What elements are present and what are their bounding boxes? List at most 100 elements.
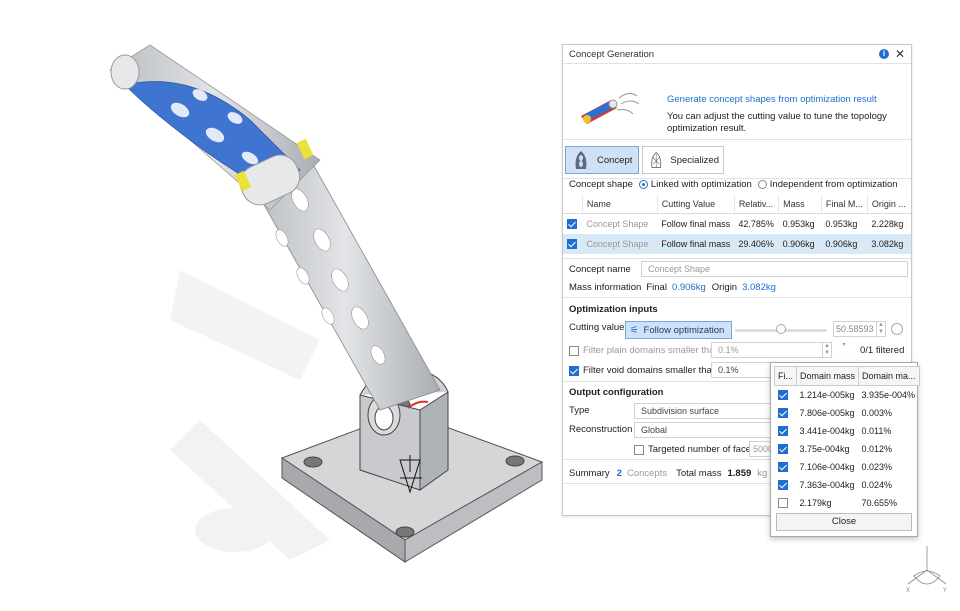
origin-value: 3.082kg [742, 282, 776, 293]
filter-plain-row: Filter plain domains smaller than [569, 345, 720, 356]
column-header[interactable]: Fi... [774, 366, 797, 386]
domain-row[interactable]: 3.441e-004kg 0.011% [775, 422, 920, 440]
domain-percent: 0.012% [861, 444, 893, 454]
column-header[interactable]: Domain ma... [858, 366, 920, 386]
domain-checkbox[interactable] [777, 408, 788, 419]
concept-name-input[interactable]: Concept Shape [641, 261, 908, 277]
dialog-titlebar: Concept Generation i ✕ [563, 45, 911, 64]
filter-plain-checkbox[interactable] [569, 345, 579, 356]
column-header[interactable]: Name [582, 195, 658, 214]
domain-row[interactable]: 1.214e-005kg 3.935e-004% [775, 386, 920, 405]
cutting-value-row: Cutting value [569, 322, 624, 333]
robot-arm-model [109, 44, 544, 563]
row-name: Concept Shape [586, 219, 649, 229]
header-description: You can adjust the cutting value to tune… [667, 111, 887, 134]
column-header[interactable]: Domain mass [795, 366, 860, 386]
column-header[interactable]: Cutting Value [657, 195, 735, 214]
origin-label: Origin [711, 282, 738, 293]
cutting-value-spinner[interactable]: ▲ ▼ [876, 321, 886, 337]
dialog-title: Concept Generation [569, 48, 655, 60]
row-relative: 42.785% [738, 219, 774, 229]
domain-checkbox[interactable] [777, 444, 788, 455]
row-mass: 0.906kg [778, 234, 822, 254]
column-header[interactable]: Mass [778, 195, 822, 214]
specialized-mode-label: Specialized [670, 154, 719, 166]
row-mass: 0.953kg [782, 219, 815, 229]
total-mass-unit: kg [757, 468, 768, 479]
domain-row[interactable]: 3.75e-004kg 0.012% [775, 440, 920, 458]
domain-checkbox[interactable] [777, 480, 788, 491]
linked-radio-label[interactable]: Linked with optimization [651, 179, 752, 190]
concept-shape-label: Concept shape [569, 179, 633, 190]
close-icon[interactable]: ✕ [895, 48, 905, 60]
filter-plain-input[interactable]: 0.1% [711, 342, 823, 358]
domain-mass: 3.441e-004kg [799, 426, 855, 436]
independent-radio[interactable] [757, 180, 767, 189]
domain-percent: 3.935e-004% [861, 390, 916, 400]
column-header[interactable]: Relativ... [734, 195, 780, 214]
table-row[interactable]: Concept Shape Follow final mass 29.406% … [563, 234, 911, 254]
specialized-icon [651, 151, 662, 168]
filter-void-input[interactable]: 0.1% [711, 362, 771, 378]
final-value: 0.906kg [671, 282, 706, 293]
reconstruction-row: Reconstruction [569, 424, 632, 435]
domain-row[interactable]: 2.179kg 70.655% [775, 494, 920, 512]
column-header[interactable]: Final M... [821, 195, 868, 214]
domain-checkbox[interactable] [777, 498, 788, 509]
close-button[interactable]: Close [776, 513, 912, 531]
filter-void-checkbox[interactable] [569, 365, 579, 376]
reconstruction-label: Reconstruction [569, 424, 633, 435]
filter-void-row: Filter void domains smaller than [569, 365, 717, 376]
domain-mass: 1.214e-005kg [799, 390, 855, 400]
linked-radio[interactable] [638, 180, 648, 189]
row-checkbox[interactable] [567, 239, 577, 250]
mass-info-row: Mass information Final 0.906kg Origin 3.… [569, 282, 776, 293]
targeted-faces-checkbox[interactable] [634, 444, 644, 455]
table-row[interactable]: Concept Shape Follow final mass 42.785% … [563, 214, 911, 235]
row-checkbox[interactable] [567, 219, 577, 230]
domain-table: Fi... Domain mass Domain ma... 1.214e-00… [774, 366, 920, 512]
mass-info-label: Mass information [569, 282, 642, 293]
follow-optimization-button[interactable]: ⚟ Follow optimization [625, 321, 732, 339]
domain-percent: 0.011% [861, 426, 892, 436]
filter-void-label: Filter void domains smaller than [583, 365, 718, 376]
header-link[interactable]: Generate concept shapes from optimizatio… [667, 94, 877, 105]
domain-checkbox[interactable] [777, 426, 788, 437]
row-cutting: Follow final mass [657, 234, 735, 254]
view-cube-icon[interactable]: X Y [902, 540, 952, 596]
row-relative: 29.406% [734, 234, 779, 254]
domain-mass: 7.806e-005kg [799, 408, 855, 418]
reconstruction-select[interactable]: Global [634, 422, 774, 438]
concept-icon [575, 151, 587, 169]
cutting-value-input[interactable]: 50.58593 [833, 321, 877, 337]
reset-icon[interactable] [891, 323, 903, 335]
info-icon[interactable]: i [878, 49, 889, 59]
follow-optimization-label: Follow optimization [643, 324, 725, 336]
domain-row[interactable]: 7.363e-004kg 0.024% [775, 476, 920, 494]
type-row: Type [569, 405, 590, 416]
specialized-mode-button[interactable]: Specialized [642, 146, 724, 174]
independent-radio-label[interactable]: Independent from optimization [770, 179, 898, 190]
concept-mode-button[interactable]: Concept [565, 146, 639, 174]
domain-mass: 7.363e-004kg [799, 480, 855, 490]
domain-percent: 0.024% [861, 480, 893, 490]
optimization-inputs-title: Optimization inputs [569, 304, 658, 315]
row-final: 0.906kg [821, 234, 868, 254]
domain-checkbox[interactable] [777, 462, 788, 473]
column-header[interactable]: Origin ... [867, 195, 911, 214]
3d-viewport[interactable] [0, 0, 560, 611]
filter-plain-dropdown-icon[interactable]: ▾ [839, 342, 849, 358]
domain-checkbox[interactable] [777, 390, 788, 401]
type-select[interactable]: Subdivision surface [634, 403, 774, 419]
domain-row[interactable]: 7.106e-004kg 0.023% [775, 458, 920, 476]
concept-mode-label: Concept [597, 154, 633, 166]
total-mass-value: 1.859 [727, 468, 752, 479]
type-label: Type [569, 405, 590, 416]
concept-name-row: Concept name [569, 264, 631, 275]
output-configuration-title: Output configuration [569, 387, 664, 398]
filter-plain-spinner[interactable]: ▲ ▼ [822, 342, 832, 358]
row-cutting: Follow final mass [661, 219, 731, 229]
filter-plain-status: 0/1 filtered [860, 345, 905, 356]
domain-row[interactable]: 7.806e-005kg 0.003% [775, 404, 920, 422]
slider-handle[interactable] [776, 324, 786, 334]
